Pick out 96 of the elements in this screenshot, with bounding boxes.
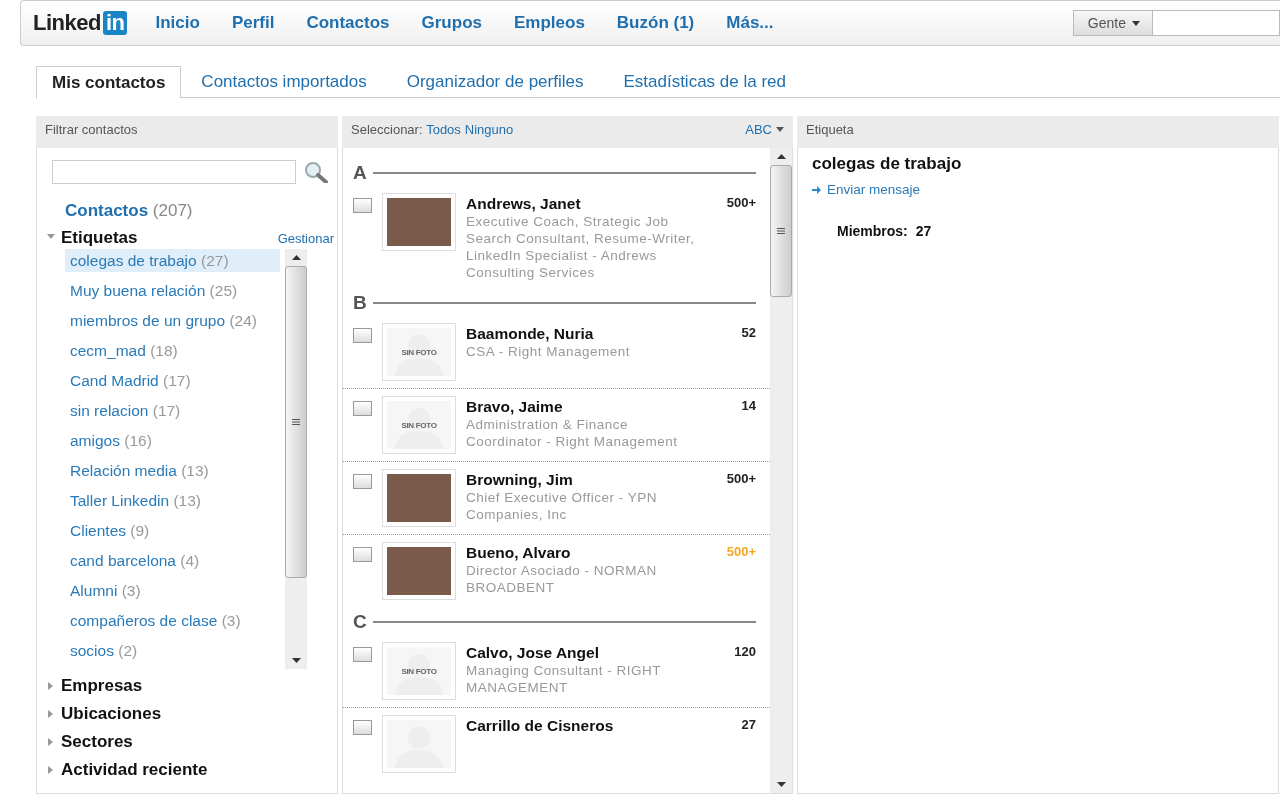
tag-item[interactable]: colegas de trabajo (27): [65, 249, 280, 272]
select-label: Seleccionar:: [351, 121, 424, 137]
scrollbar[interactable]: [285, 249, 307, 669]
column-header: Filtrar contactos: [36, 116, 338, 148]
tag-item[interactable]: Alumni (3): [65, 579, 280, 602]
section-heading[interactable]: Ubicaciones: [61, 704, 162, 724]
tag-item[interactable]: amigos (16): [65, 429, 280, 452]
tag-item[interactable]: sin relacion (17): [65, 399, 280, 422]
contact-headline: Director Asociado - NORMAN BROADBENT: [466, 562, 658, 596]
nav-link[interactable]: Buzón (1): [616, 13, 695, 33]
group-letter: C: [353, 611, 367, 633]
scroll-thumb[interactable]: [285, 266, 307, 578]
contact-headline: Executive Coach, Strategic Job Search Consultant, Resume-Writer, LinkedIn Specialist - Andrews Consulting Services: [466, 213, 696, 281]
tab[interactable]: Mis contactos: [36, 66, 182, 99]
contact-headline: Managing Consultant - RIGHT MANAGEMENT: [466, 662, 662, 696]
photo-placeholder: [387, 198, 451, 246]
connection-count: 52: [741, 325, 756, 340]
contacts-link[interactable]: Contactos (207): [65, 201, 193, 221]
contact-name[interactable]: Browning, Jim: [466, 471, 727, 489]
nav-link[interactable]: Grupos: [421, 13, 482, 33]
no-photo-label: SIN FOTO: [401, 347, 437, 357]
column-header: Etiqueta: [797, 116, 1279, 148]
contact-name[interactable]: Calvo, Jose Angel: [466, 644, 735, 662]
connection-count: 500+: [726, 471, 756, 486]
contact-name[interactable]: Bravo, Jaime: [466, 398, 742, 416]
tag-item[interactable]: miembros de un grupo (24): [65, 309, 280, 332]
tag-item[interactable]: Muy buena relación (25): [65, 279, 280, 302]
contact-headline: CSA - Right Management: [466, 343, 632, 360]
tag-title: colegas de trabajo: [812, 154, 963, 174]
contact-name[interactable]: Carrillo de Cisneros: [466, 717, 742, 735]
group-letter: B: [353, 292, 367, 314]
logo[interactable]: Linked in: [33, 10, 128, 36]
section-heading[interactable]: Sectores: [61, 732, 133, 752]
tag-item[interactable]: socios (2): [65, 639, 280, 662]
group-letter: A: [353, 162, 367, 184]
select-none-link[interactable]: Ninguno: [464, 121, 514, 137]
contact-headline: Chief Executive Officer - YPN Companies, Inc: [466, 489, 659, 523]
connection-count: 500+: [726, 544, 756, 559]
caret-icon: [776, 126, 784, 132]
grip-icon: [292, 419, 300, 425]
connection-count: 500+: [726, 195, 756, 210]
tag-item[interactable]: Relación media (13): [65, 459, 280, 482]
search-icon: [304, 161, 328, 183]
tab[interactable]: Estadísticas de la red: [603, 66, 806, 97]
nav-link[interactable]: Perfil: [231, 13, 275, 33]
checkbox[interactable]: [353, 720, 372, 735]
tab[interactable]: Organizador de perfiles: [386, 66, 604, 97]
checkbox[interactable]: [353, 547, 372, 562]
no-photo-label: SIN FOTO: [401, 420, 437, 430]
scroll-up-icon: [776, 154, 786, 159]
section-heading[interactable]: Actividad reciente: [61, 760, 208, 780]
members-label: Miembros:: [837, 223, 908, 239]
arrow-icon: [812, 185, 821, 194]
contact-name[interactable]: Baamonde, Nuria: [466, 325, 742, 343]
select-all-link[interactable]: Todos: [426, 121, 461, 137]
tag-item[interactable]: Taller Linkedin (13): [65, 489, 280, 512]
checkbox[interactable]: [353, 198, 372, 213]
checkbox[interactable]: [353, 474, 372, 489]
contact-name[interactable]: Andrews, Janet: [466, 195, 727, 213]
scroll-thumb[interactable]: [770, 165, 792, 297]
grip-icon: [777, 228, 785, 234]
filter-search-field[interactable]: [52, 160, 296, 184]
tag-item[interactable]: compañeros de clase (3): [65, 609, 280, 632]
contact-name[interactable]: Bueno, Alvaro: [466, 544, 727, 562]
tag-item[interactable]: cecm_mad (18): [65, 339, 280, 362]
section-heading[interactable]: Etiquetas: [61, 228, 138, 248]
tag-item[interactable]: Cand Madrid (17): [65, 369, 280, 392]
scrollbar[interactable]: [770, 148, 792, 793]
connection-count: 14: [741, 398, 756, 413]
photo-placeholder: [387, 547, 451, 595]
checkbox[interactable]: [353, 401, 372, 416]
tab[interactable]: Contactos importados: [181, 66, 387, 97]
nav-link[interactable]: Más...: [726, 13, 774, 33]
manage-link[interactable]: Gestionar: [277, 230, 334, 246]
search-field[interactable]: [1153, 10, 1280, 36]
photo-placeholder: [387, 474, 451, 522]
nav-link[interactable]: Contactos: [306, 13, 390, 33]
nav-link[interactable]: Empleos: [514, 13, 585, 33]
contact-headline: Administration & Finance Coordinator - Right Management: [466, 416, 679, 450]
search-scope-dropdown[interactable]: Gente: [1072, 10, 1153, 36]
no-photo-label: SIN FOTO: [401, 666, 437, 676]
section-heading[interactable]: Empresas: [61, 676, 143, 696]
scroll-down-icon: [776, 782, 786, 787]
send-message-link[interactable]: Enviar mensaje: [812, 182, 1264, 197]
scroll-up-icon: [291, 255, 301, 260]
scroll-down-icon: [291, 658, 301, 663]
caret-icon: [1132, 20, 1140, 26]
checkbox[interactable]: [353, 647, 372, 662]
members-count: 27: [915, 223, 932, 239]
connection-count: 120: [734, 644, 756, 659]
tag-item[interactable]: Clientes (9): [65, 519, 280, 542]
tag-item[interactable]: cand barcelona (4): [65, 549, 280, 572]
checkbox[interactable]: [353, 328, 372, 343]
nav-link[interactable]: Inicio: [155, 13, 200, 33]
sort-dropdown[interactable]: ABC: [745, 121, 784, 137]
connection-count: 27: [741, 717, 756, 732]
